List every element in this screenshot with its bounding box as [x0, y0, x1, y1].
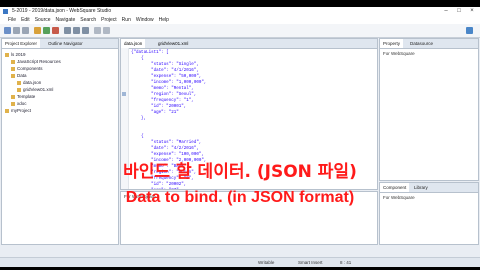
app-icon	[3, 9, 8, 14]
menu-navigate[interactable]: Navigate	[56, 16, 76, 24]
folder-icon	[5, 108, 9, 113]
stop-icon[interactable]	[52, 27, 59, 34]
folder-icon	[11, 94, 15, 99]
menu-run[interactable]: Run	[122, 16, 131, 24]
forward-icon[interactable]	[82, 27, 89, 34]
tree-item[interactable]: Components	[11, 65, 43, 72]
tree-item[interactable]: JavaScript Resources	[11, 58, 61, 65]
new-icon[interactable]	[4, 27, 11, 34]
run-icon[interactable]	[43, 27, 50, 34]
folder-icon	[5, 52, 9, 57]
ide-window: 5-2019 - 2019/data.json - WebSquare Stud…	[0, 7, 480, 267]
menu-search[interactable]: Search	[80, 16, 96, 24]
tab-outline-navigator[interactable]: Outline Navigator	[48, 39, 83, 48]
title-bar: 5-2019 - 2019/data.json - WebSquare Stud…	[0, 7, 480, 16]
back-icon[interactable]	[73, 27, 80, 34]
debug-icon[interactable]	[103, 27, 110, 34]
tree-item[interactable]: xdoc	[11, 100, 27, 107]
tree-item[interactable]: myProject	[5, 107, 31, 114]
tree-item-label: Template	[17, 94, 36, 99]
tree-item[interactable]: data.json	[17, 79, 41, 86]
project-explorer-tabs: Project Explorer Outline Navigator	[2, 39, 118, 49]
save-all-icon[interactable]	[22, 27, 29, 34]
maximize-button[interactable]: □	[453, 7, 465, 16]
menu-project[interactable]: Project	[101, 16, 117, 24]
tab-data-json[interactable]: data.json	[121, 39, 146, 48]
tree-item-label: xdoc	[17, 101, 27, 106]
tree-item-label: Components	[17, 66, 43, 71]
folder-icon	[11, 101, 15, 106]
tab-datasource[interactable]: Datasource	[410, 39, 433, 48]
save-icon[interactable]	[13, 27, 20, 34]
tree-item[interactable]: Template	[11, 93, 35, 100]
bookmark-marker	[122, 92, 126, 96]
folder-icon	[17, 87, 21, 92]
tree-item[interactable]: ls 2019	[5, 51, 26, 58]
open-folder-icon[interactable]	[34, 27, 41, 34]
code-line: },	[131, 117, 147, 121]
project-explorer-panel: Project Explorer Outline Navigator ls 20…	[1, 38, 119, 245]
menu-source[interactable]: Source	[35, 16, 51, 24]
settings-icon[interactable]	[94, 27, 101, 34]
toolbar	[0, 24, 480, 38]
folder-icon	[11, 59, 15, 64]
window-title: 5-2019 - 2019/data.json - WebSquare Stud…	[12, 8, 112, 14]
folder-icon	[11, 66, 15, 71]
tree-item-label: data.json	[23, 80, 42, 85]
folder-icon	[17, 80, 21, 85]
tree-item-label: JavaScript Resources	[17, 59, 61, 64]
menu-window[interactable]: Window	[136, 16, 154, 24]
status-insert-mode: Smart Insert	[298, 260, 323, 265]
tree-item-label: ls 2019	[11, 52, 26, 57]
tree-item-label: Data	[17, 73, 27, 78]
status-bar: Writable Smart Insert 8 : 41	[0, 257, 480, 267]
tab-project-explorer[interactable]: Project Explorer	[2, 39, 41, 48]
property-content: For WebSquare	[383, 51, 415, 56]
caption-korean: 바인드 할 데이터. (JSON 파일)	[123, 162, 357, 182]
editor-tabs: data.json gridView01.xml	[121, 39, 377, 49]
tree-item-label: myProject	[11, 108, 32, 113]
screen: 5-2019 - 2019/data.json - WebSquare Stud…	[0, 0, 480, 270]
tree-item[interactable]: Data	[11, 72, 27, 79]
property-tabs: Property Datasource	[380, 39, 478, 49]
caption-english: Data to bind. (in JSON format)	[125, 189, 355, 206]
perspective-icon[interactable]	[466, 27, 473, 34]
menu-edit[interactable]: Edit	[21, 16, 30, 24]
menu-help[interactable]: Help	[159, 16, 169, 24]
search-icon[interactable]	[64, 27, 71, 34]
menu-file[interactable]: File	[8, 16, 16, 24]
tab-property[interactable]: Property	[380, 39, 404, 48]
tree-item[interactable]: gridView01.xml	[17, 86, 53, 93]
menu-bar: File Edit Source Navigate Search Project…	[0, 16, 480, 24]
tab-gridview-xml[interactable]: gridView01.xml	[155, 39, 191, 48]
tree-item-label: gridView01.xml	[23, 87, 54, 92]
close-button[interactable]: ×	[466, 7, 478, 16]
folder-icon	[11, 73, 15, 78]
status-writable: Writable	[258, 260, 275, 265]
status-position: 8 : 41	[340, 260, 352, 265]
minimize-button[interactable]: –	[440, 7, 452, 16]
